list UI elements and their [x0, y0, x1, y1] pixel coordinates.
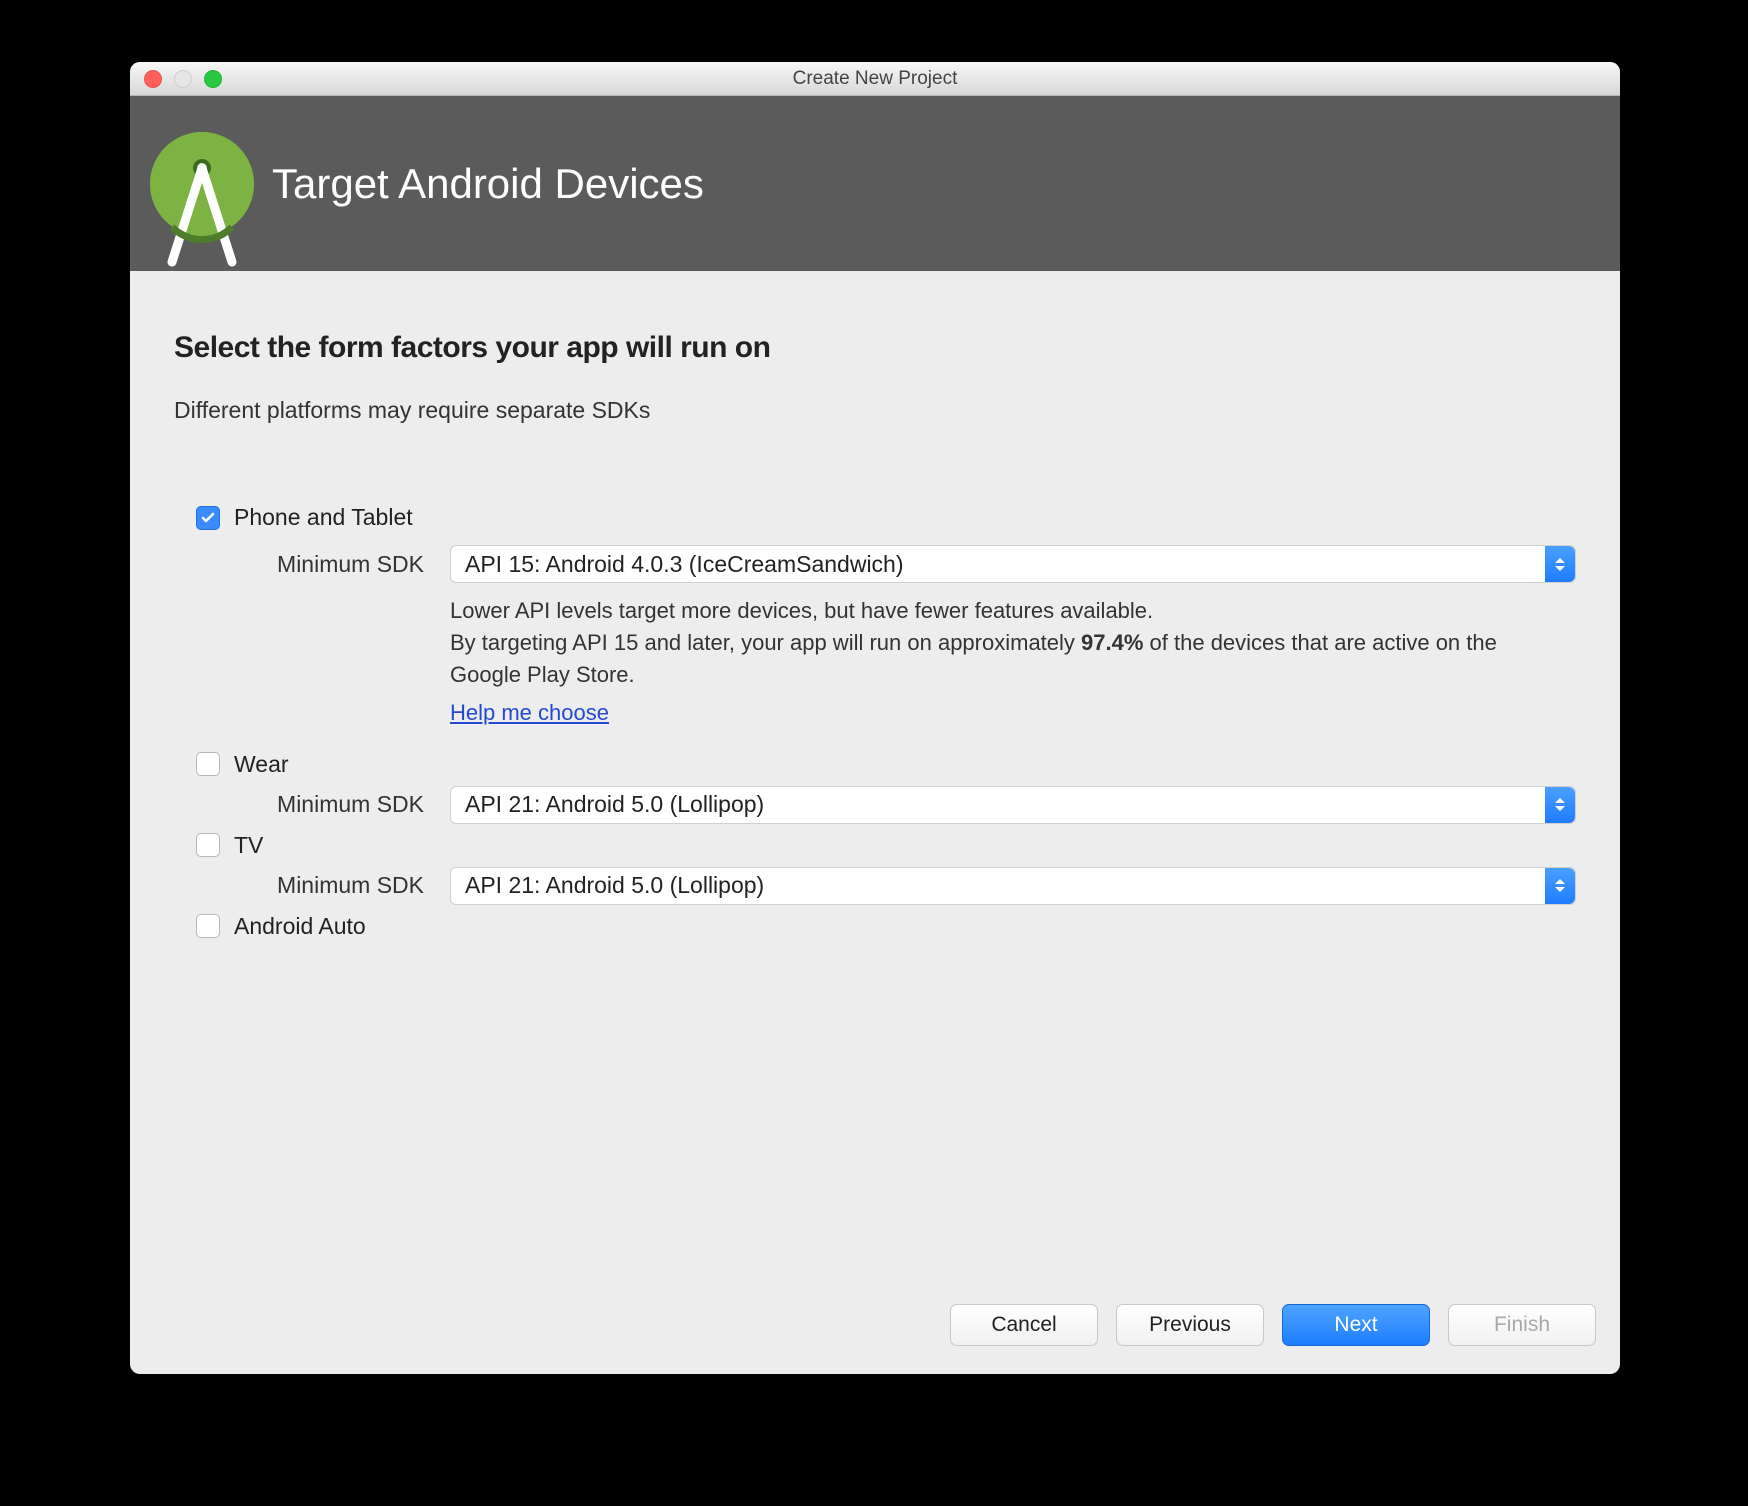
close-icon[interactable] [144, 70, 162, 88]
min-sdk-select-wear[interactable]: API 21: Android 5.0 (Lollipop) [450, 786, 1576, 824]
android-studio-logo-icon [150, 132, 254, 236]
checkbox-wear[interactable] [196, 752, 220, 776]
label-tv: TV [234, 832, 263, 859]
label-wear: Wear [234, 751, 289, 778]
window-controls [144, 70, 222, 88]
chevron-up-down-icon [1545, 868, 1575, 904]
sdk-hint-line1: Lower API levels target more devices, bu… [450, 595, 1506, 627]
checkbox-tv[interactable] [196, 833, 220, 857]
form-factor-wear: Wear Minimum SDK API 21: Android 5.0 (Lo… [196, 751, 1576, 824]
section-title: Select the form factors your app will ru… [174, 331, 1576, 365]
next-button[interactable]: Next [1282, 1304, 1430, 1346]
form-factor-tv: TV Minimum SDK API 21: Android 5.0 (Loll… [196, 832, 1576, 905]
label-phone-tablet: Phone and Tablet [234, 504, 413, 531]
section-subtitle: Different platforms may require separate… [174, 397, 1576, 424]
form-factor-phone-tablet: Phone and Tablet Minimum SDK API 15: And… [196, 504, 1576, 729]
minimize-icon[interactable] [174, 70, 192, 88]
sdk-hint: Lower API levels target more devices, bu… [196, 595, 1506, 729]
sdk-hint-line2a: By targeting API 15 and later, your app … [450, 630, 1081, 655]
header-title: Target Android Devices [272, 160, 704, 208]
previous-button[interactable]: Previous [1116, 1304, 1264, 1346]
titlebar: Create New Project [130, 62, 1620, 96]
min-sdk-label: Minimum SDK [250, 791, 450, 818]
form-factors: Phone and Tablet Minimum SDK API 15: And… [174, 504, 1576, 940]
cancel-button[interactable]: Cancel [950, 1304, 1098, 1346]
sdk-hint-line2: By targeting API 15 and later, your app … [450, 627, 1506, 691]
sdk-hint-pct: 97.4% [1081, 630, 1143, 655]
min-sdk-select-tv[interactable]: API 21: Android 5.0 (Lollipop) [450, 867, 1576, 905]
min-sdk-value-phone-tablet: API 15: Android 4.0.3 (IceCreamSandwich) [465, 551, 904, 578]
window-title: Create New Project [793, 68, 958, 90]
maximize-icon[interactable] [204, 70, 222, 88]
chevron-up-down-icon [1545, 546, 1575, 582]
form-factor-auto: Android Auto [196, 913, 1576, 940]
min-sdk-label: Minimum SDK [250, 872, 450, 899]
finish-button: Finish [1448, 1304, 1596, 1346]
footer-buttons: Cancel Previous Next Finish [130, 1286, 1620, 1374]
checkbox-phone-tablet[interactable] [196, 506, 220, 530]
min-sdk-label: Minimum SDK [250, 551, 450, 578]
dialog-window: Create New Project Target Android Device… [130, 62, 1620, 1374]
header: Target Android Devices [130, 96, 1620, 271]
help-me-choose-link[interactable]: Help me choose [450, 700, 609, 725]
label-auto: Android Auto [234, 913, 366, 940]
min-sdk-select-phone-tablet[interactable]: API 15: Android 4.0.3 (IceCreamSandwich) [450, 545, 1576, 583]
content-area: Select the form factors your app will ru… [130, 271, 1620, 1286]
chevron-up-down-icon [1545, 787, 1575, 823]
min-sdk-value-tv: API 21: Android 5.0 (Lollipop) [465, 872, 764, 899]
min-sdk-value-wear: API 21: Android 5.0 (Lollipop) [465, 791, 764, 818]
checkbox-auto[interactable] [196, 914, 220, 938]
